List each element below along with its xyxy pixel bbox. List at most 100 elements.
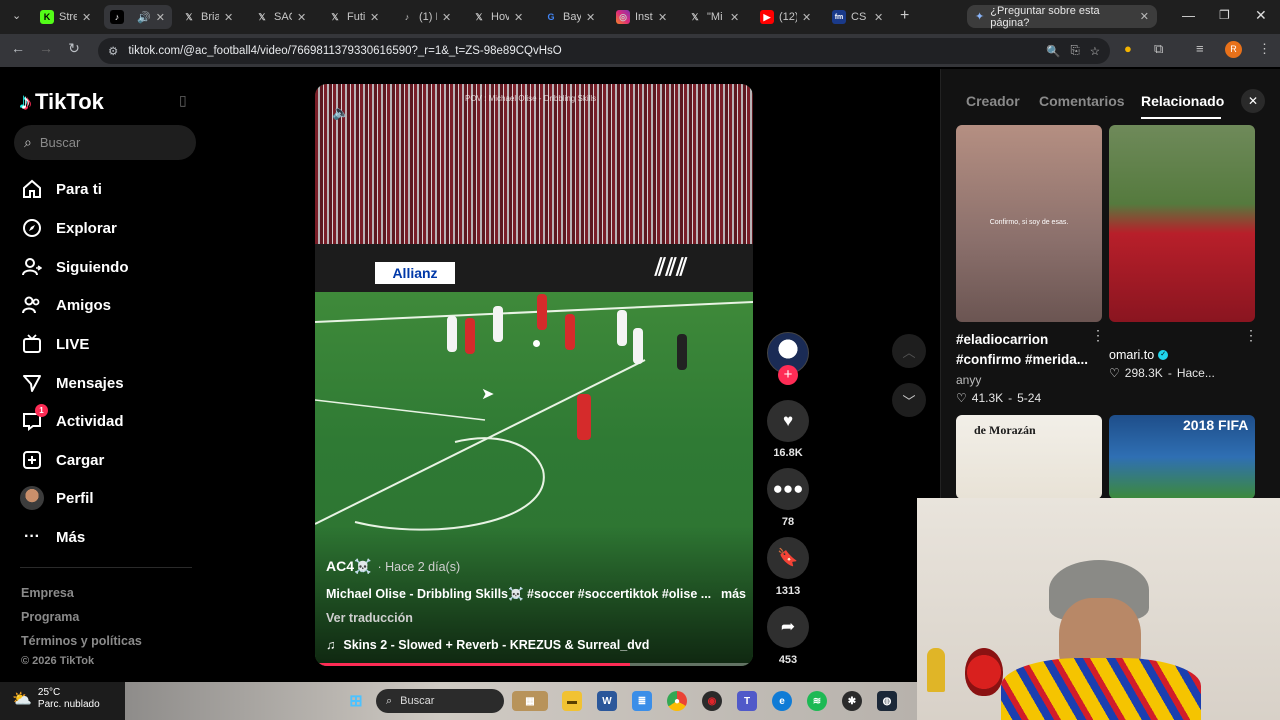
nav-mas[interactable]: ··· Más [20,524,85,550]
related-video-thumb-4[interactable]: 2018 FIFA [1109,415,1255,499]
close-icon[interactable]: ✕ [730,11,739,24]
kebab-menu-icon[interactable]: ⋮ [1091,327,1105,344]
close-icon[interactable]: ✕ [224,11,233,24]
app-icon[interactable]: ✱ [842,691,862,711]
cast-icon[interactable]: ⎘ [1070,45,1079,58]
share-button[interactable]: ➦ [767,606,809,648]
browser-tab-1[interactable]: K Stre ✕ [34,5,102,29]
nav-cargar[interactable]: Cargar [20,447,104,473]
close-icon[interactable]: ✕ [82,11,91,24]
word-icon[interactable]: W [597,691,617,711]
tab-search-dropdown-icon[interactable]: ⌄ [12,9,21,22]
zoom-icon[interactable]: 🔍 [1046,44,1060,58]
back-icon[interactable]: ← [8,40,28,56]
close-icon[interactable]: ✕ [370,11,379,24]
kebab-menu-icon[interactable]: ⋮ [1244,327,1258,344]
next-video-button[interactable]: ﹀ [892,383,926,417]
close-icon[interactable]: ✕ [874,11,883,24]
bookmark-star-icon[interactable]: ☆ [1090,44,1100,58]
app-red-icon[interactable]: ◉ [702,691,722,711]
extension-colorful-icon[interactable]: ● [1124,41,1132,56]
collapse-sidebar-icon[interactable]: ▯ [179,92,187,109]
music-row[interactable]: ♫ Skins 2 - Slowed + Reverb - KREZUS & S… [326,638,649,652]
close-icon[interactable]: ✕ [514,11,523,24]
footer-programa[interactable]: Programa [21,610,79,624]
new-tab-icon[interactable]: + [900,7,909,25]
video-player[interactable]: Allianz ⫽⫽⫽ POV : Michael Olise - Dribbl… [315,84,753,666]
browser-tab-12[interactable]: fm CS ✕ [826,5,892,29]
nav-siguiendo[interactable]: Siguiendo [20,254,129,280]
browser-tab-6[interactable]: ♪ (1) F ✕ [394,5,460,29]
nav-amigos[interactable]: Amigos [20,292,111,318]
nav-perfil[interactable]: Perfil [20,485,94,511]
related-video-thumb-3[interactable]: de Morazán [956,415,1102,499]
edge-icon[interactable]: e [772,691,792,711]
close-icon[interactable]: ✕ [442,11,451,24]
windows-start-icon[interactable]: ⊞ [346,691,366,711]
ask-about-page-button[interactable]: ✦ ¿Preguntar sobre esta página? ✕ [967,5,1157,29]
steam-icon[interactable]: ◍ [877,691,897,711]
browser-tab-9[interactable]: ◎ Inst ✕ [610,5,676,29]
menu-kebab-icon[interactable]: ⋮ [1258,41,1271,57]
profile-avatar[interactable]: R [1225,41,1242,58]
mute-icon[interactable]: 🔈 [332,104,349,121]
nav-actividad[interactable]: 1 Actividad [20,404,124,434]
related-video-thumb-1[interactable]: Confirmo, si soy de esas. [956,125,1102,322]
close-panel-button[interactable]: ✕ [1241,89,1265,113]
close-icon[interactable]: ✕ [297,11,306,24]
speaker-icon[interactable]: 🔊 [137,11,151,24]
follow-plus-icon[interactable]: + [778,365,798,385]
weather-widget[interactable]: ⛅ 25°C Parc. nublado [12,687,100,711]
file-explorer-icon[interactable]: ▬ [562,691,582,711]
nav-mensajes[interactable]: Mensajes [20,370,124,396]
translate-link[interactable]: Ver traducción [326,611,413,625]
browser-tab-4[interactable]: 𝕏 SAC ✕ [249,5,315,29]
author-name[interactable]: AC4☠️ [326,558,371,575]
related-video-author-2[interactable]: omari.to ✓ [1109,345,1169,365]
search-input[interactable]: ⌕ Buscar [14,125,196,160]
chrome-icon[interactable]: ● [667,691,687,711]
restore-icon[interactable]: ❐ [1219,8,1230,22]
taskbar-search[interactable]: ⌕ Buscar [376,689,504,713]
teams-icon[interactable]: T [737,691,757,711]
close-icon[interactable]: ✕ [586,11,595,24]
tab-comentarios[interactable]: Comentarios [1039,93,1125,109]
browser-tab-3[interactable]: 𝕏 Bria ✕ [176,5,242,29]
minimize-icon[interactable]: — [1182,8,1195,23]
previous-video-button[interactable]: ︿ [892,334,926,368]
close-icon[interactable]: ✕ [802,11,811,24]
reload-icon[interactable]: ↻ [64,40,84,57]
comment-button[interactable]: ●●● [767,468,809,510]
forward-icon[interactable]: → [36,40,56,56]
tiktok-logo[interactable]: ♪ TikTok [20,89,104,115]
browser-tab-10[interactable]: 𝕏 "Mi ✕ [682,5,748,29]
like-button[interactable]: ♥ [767,400,809,442]
save-button[interactable]: 🔖 [767,537,809,579]
related-video-title-1[interactable]: #eladiocarrion #confirmo #merida... [956,330,1096,370]
close-icon[interactable]: ✕ [156,11,165,24]
footer-empresa[interactable]: Empresa [21,586,74,600]
notepad-icon[interactable]: ≣ [632,691,652,711]
widgets-icon[interactable]: ▦ [512,691,548,711]
nav-explorar[interactable]: Explorar [20,215,117,241]
url-text[interactable]: tiktok.com/@ac_football4/video/766981137… [128,45,561,57]
omnibox[interactable]: ⚙ tiktok.com/@ac_football4/video/7669811… [98,38,1110,64]
nav-live[interactable]: LIVE [20,331,89,357]
window-close-icon[interactable]: ✕ [1255,7,1267,24]
related-video-thumb-2[interactable] [1109,125,1255,322]
browser-tab-7[interactable]: 𝕏 Hov ✕ [466,5,532,29]
browser-tab-11[interactable]: ▶ (12) ✕ [754,5,820,29]
browser-tab-8[interactable]: G Bay ✕ [538,5,604,29]
spotify-icon[interactable]: ≋ [807,691,827,711]
close-icon[interactable]: ✕ [658,11,667,24]
close-icon[interactable]: ✕ [1140,10,1149,23]
nav-para-ti[interactable]: Para ti [20,176,102,202]
media-controls-icon[interactable]: ≡ [1196,41,1204,56]
footer-terminos[interactable]: Términos y políticas [21,634,142,648]
tab-relacionado[interactable]: Relacionado [1141,93,1224,109]
site-info-icon[interactable]: ⚙ [108,44,118,58]
tab-creador[interactable]: Creador [966,93,1020,109]
related-video-author-1[interactable]: anyy [956,373,981,387]
more-link[interactable]: más [721,587,746,602]
browser-tab-active[interactable]: ♪ 🔊 ✕ [104,5,172,29]
